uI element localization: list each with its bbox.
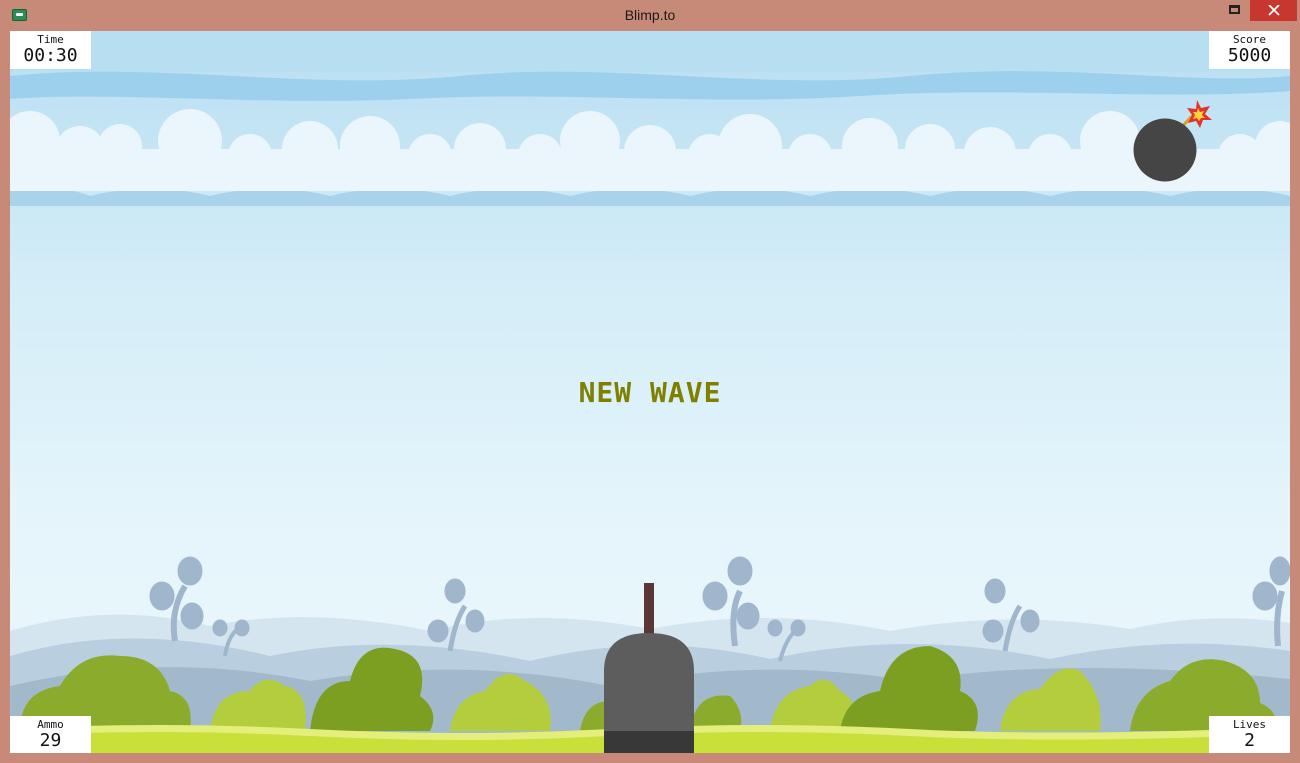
restore-button[interactable] — [1229, 5, 1240, 14]
ammo-value: 29 — [39, 730, 62, 751]
time-panel: Time 00:30 — [10, 31, 91, 69]
wave-message: NEW WAVE — [578, 376, 722, 409]
ammo-panel: Ammo 29 — [10, 716, 91, 753]
time-value: 00:30 — [23, 45, 78, 66]
score-value: 5000 — [1227, 45, 1272, 66]
close-icon — [1268, 5, 1280, 16]
close-button[interactable] — [1250, 0, 1297, 21]
window-titlebar: Blimp.to — [0, 0, 1300, 30]
bomb-icon[interactable] — [1130, 96, 1220, 186]
game-canvas[interactable]: Time 00:30 Score 5000 Ammo 29 Lives 2 NE… — [10, 31, 1290, 753]
window-title: Blimp.to — [624, 7, 676, 23]
cannon-barrel — [644, 583, 654, 638]
lives-panel: Lives 2 — [1209, 716, 1290, 753]
lives-value: 2 — [1244, 730, 1255, 751]
score-panel: Score 5000 — [1209, 31, 1290, 69]
